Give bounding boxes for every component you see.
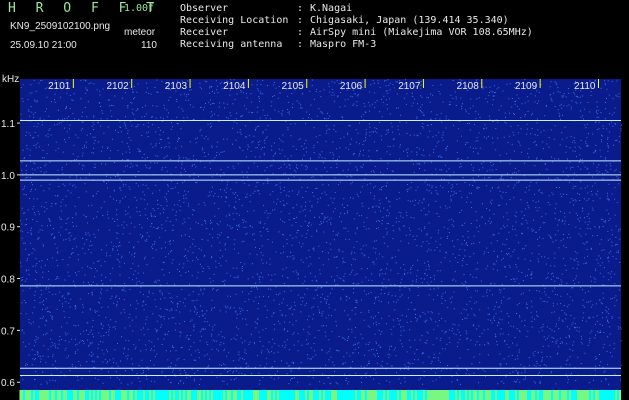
x-tick-label: 2108 xyxy=(457,81,480,92)
x-tick-label: 2107 xyxy=(398,81,421,92)
x-tick-label: 2109 xyxy=(515,81,538,92)
hrofft-window: H R O F F T 1.00f KN9_2509102100.png met… xyxy=(0,0,629,400)
y-tick-label: 0.6 xyxy=(1,378,15,389)
x-tick-label: 2110 xyxy=(574,81,596,92)
y-tick-label: 0.7 xyxy=(1,326,15,337)
x-tick-label: 2102 xyxy=(106,81,129,92)
x-tick-label: 2103 xyxy=(165,81,188,92)
y-tick-label: 1.1 xyxy=(1,119,15,130)
x-tick-label: 2104 xyxy=(223,81,246,92)
y-tick-label: 1.0 xyxy=(1,171,15,182)
spectrogram: 2101 2102 2103 2104 2105 2106 2107 2108 2109 2110… xyxy=(1,79,622,400)
y-axis: 1.1 1.0 0.9 0.8 0.7 0.6 xyxy=(1,119,20,389)
y-tick-label: 0.8 xyxy=(1,275,15,286)
x-tick-label: 2101 xyxy=(48,81,71,92)
y-tick-label: 0.9 xyxy=(1,223,15,234)
x-tick-label: 2106 xyxy=(340,81,363,92)
spectrogram-background xyxy=(20,79,621,390)
x-tick-label: 2105 xyxy=(281,81,304,92)
bottom-activity-strip xyxy=(19,390,621,400)
